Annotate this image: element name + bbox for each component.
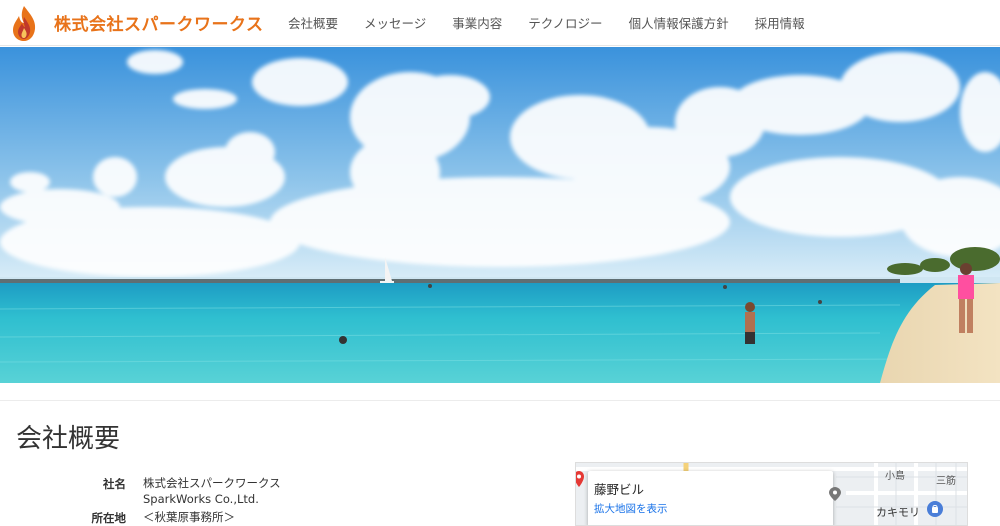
google-map[interactable]: 藤野ビル 拡大地図を表示 小島 三筋 カキモリ bbox=[575, 462, 968, 526]
shopping-bag-icon[interactable] bbox=[927, 501, 943, 517]
flame-icon[interactable] bbox=[10, 4, 38, 42]
nav-business[interactable]: 事業内容 bbox=[452, 13, 502, 32]
site-header: 株式会社スパークワークス 会社概要 メッセージ 事業内容 テクノロジー 個人情報… bbox=[0, 0, 1000, 46]
hero-beach-image bbox=[0, 47, 1000, 383]
map-label-kojima: 小島 bbox=[885, 471, 905, 482]
nav-message[interactable]: メッセージ bbox=[364, 13, 426, 32]
map-place-name: 藤野ビル bbox=[594, 482, 645, 497]
nav-company-overview[interactable]: 会社概要 bbox=[288, 13, 338, 32]
map-pin-icon[interactable] bbox=[575, 471, 584, 493]
address-label: 所在地 bbox=[91, 511, 127, 525]
main-nav: 会社概要 メッセージ 事業内容 テクノロジー 個人情報保護方針 採用情報 bbox=[288, 13, 805, 32]
nav-recruit[interactable]: 採用情報 bbox=[755, 13, 805, 32]
map-label-kakimori: カキモリ bbox=[876, 506, 920, 519]
map-label-misuji: 三筋 bbox=[936, 476, 956, 487]
section-divider bbox=[0, 400, 1000, 401]
nav-privacy-policy[interactable]: 個人情報保護方針 bbox=[629, 13, 729, 32]
company-name-english: SparkWorks Co.,Ltd. bbox=[143, 492, 259, 506]
company-name-label: 社名 bbox=[103, 477, 126, 491]
company-name[interactable]: 株式会社スパークワークス bbox=[54, 10, 264, 35]
page-title: 会社概要 bbox=[16, 424, 121, 454]
enlarge-map-link[interactable]: 拡大地図を表示 bbox=[594, 501, 668, 516]
address-office-value: ＜秋葉原事務所＞ bbox=[143, 510, 235, 524]
nav-technology[interactable]: テクノロジー bbox=[528, 13, 602, 32]
map-info-card: 藤野ビル 拡大地図を表示 bbox=[588, 471, 833, 525]
map-marker-grey-icon bbox=[829, 487, 841, 501]
company-name-value: 株式会社スパークワークス bbox=[143, 476, 281, 490]
